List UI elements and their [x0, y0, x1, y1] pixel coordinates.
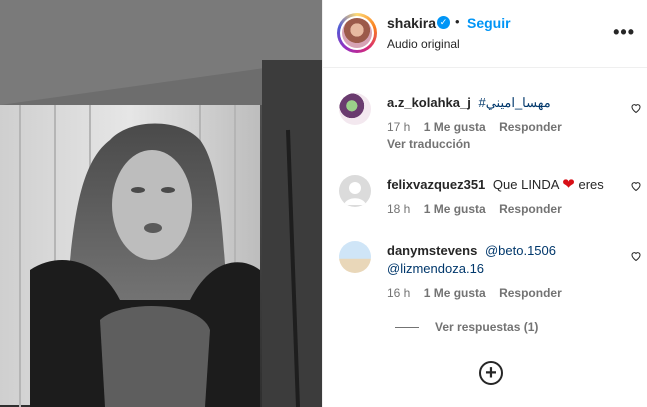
commenter-avatar[interactable]	[339, 93, 371, 125]
comment-mention[interactable]: @lizmendoza.16	[387, 261, 484, 276]
comment-hashtag[interactable]: #مهسا_اميني	[478, 95, 550, 110]
comment-username[interactable]: felixvazquez351	[387, 177, 485, 192]
like-heart-icon[interactable]	[630, 250, 642, 262]
comment-username[interactable]: a.z_kolahka_j	[387, 95, 471, 110]
comment-likes[interactable]: 1 Me gusta	[424, 120, 486, 134]
reply-button[interactable]: Responder	[499, 120, 562, 134]
comment-likes[interactable]: 1 Me gusta	[424, 202, 486, 216]
more-options-icon[interactable]: •••	[613, 22, 635, 43]
comment-mention[interactable]: @beto.1506	[485, 243, 556, 258]
separator-dot: •	[455, 14, 460, 29]
comment-meta: 18 h 1 Me gusta Responder	[387, 202, 572, 216]
view-replies-label: Ver respuestas (1)	[435, 320, 539, 334]
profile-avatar[interactable]	[337, 13, 377, 53]
reply-button[interactable]: Responder	[499, 202, 562, 216]
replies-divider	[395, 327, 419, 329]
default-avatar-icon	[344, 182, 366, 205]
post-video[interactable]	[0, 0, 322, 407]
see-translation-link[interactable]: Ver traducción	[387, 137, 470, 151]
reply-button[interactable]: Responder	[499, 286, 562, 300]
comment-text-after: eres	[578, 177, 604, 192]
commenter-avatar[interactable]	[339, 175, 371, 207]
heart-emoji: ❤	[562, 176, 575, 193]
author-username[interactable]: shakira	[387, 15, 436, 31]
comment-text: Que LINDA	[492, 177, 559, 192]
audio-label[interactable]: Audio original	[387, 37, 460, 51]
commenter-avatar[interactable]	[339, 241, 371, 273]
comment-username[interactable]: danymstevens	[387, 243, 477, 258]
like-heart-icon[interactable]	[630, 102, 642, 114]
comment-time: 18 h	[387, 202, 411, 216]
comment-meta: 17 h 1 Me gusta Responder	[387, 120, 572, 134]
view-replies-button[interactable]: Ver respuestas (1)	[395, 320, 538, 334]
video-frame	[0, 0, 322, 407]
comments-panel: shakira ✓ • Seguir Audio original ••• a.…	[322, 0, 647, 407]
comment-time: 16 h	[387, 286, 411, 300]
like-heart-icon[interactable]	[630, 180, 642, 192]
post-header: shakira ✓ • Seguir Audio original •••	[323, 0, 647, 68]
follow-button[interactable]: Seguir	[467, 15, 511, 31]
comment-likes[interactable]: 1 Me gusta	[424, 286, 486, 300]
comment-meta: 16 h 1 Me gusta Responder	[387, 286, 572, 300]
verified-badge-icon: ✓	[437, 16, 450, 29]
load-more-comments-icon[interactable]: +	[479, 361, 503, 385]
comment-time: 17 h	[387, 120, 411, 134]
